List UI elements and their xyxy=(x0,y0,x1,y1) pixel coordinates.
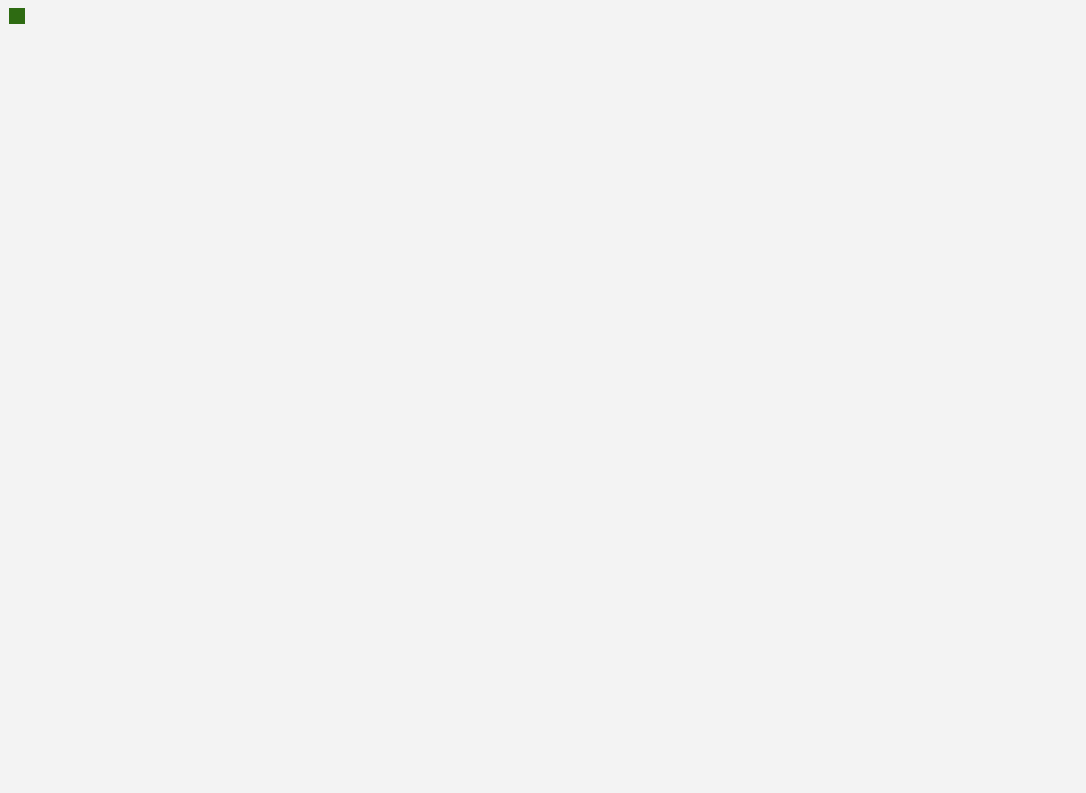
maximize-button[interactable] xyxy=(1040,0,1086,31)
minimize-button[interactable] xyxy=(994,0,1040,31)
app-icon xyxy=(9,7,25,24)
title-bar xyxy=(0,0,1086,31)
